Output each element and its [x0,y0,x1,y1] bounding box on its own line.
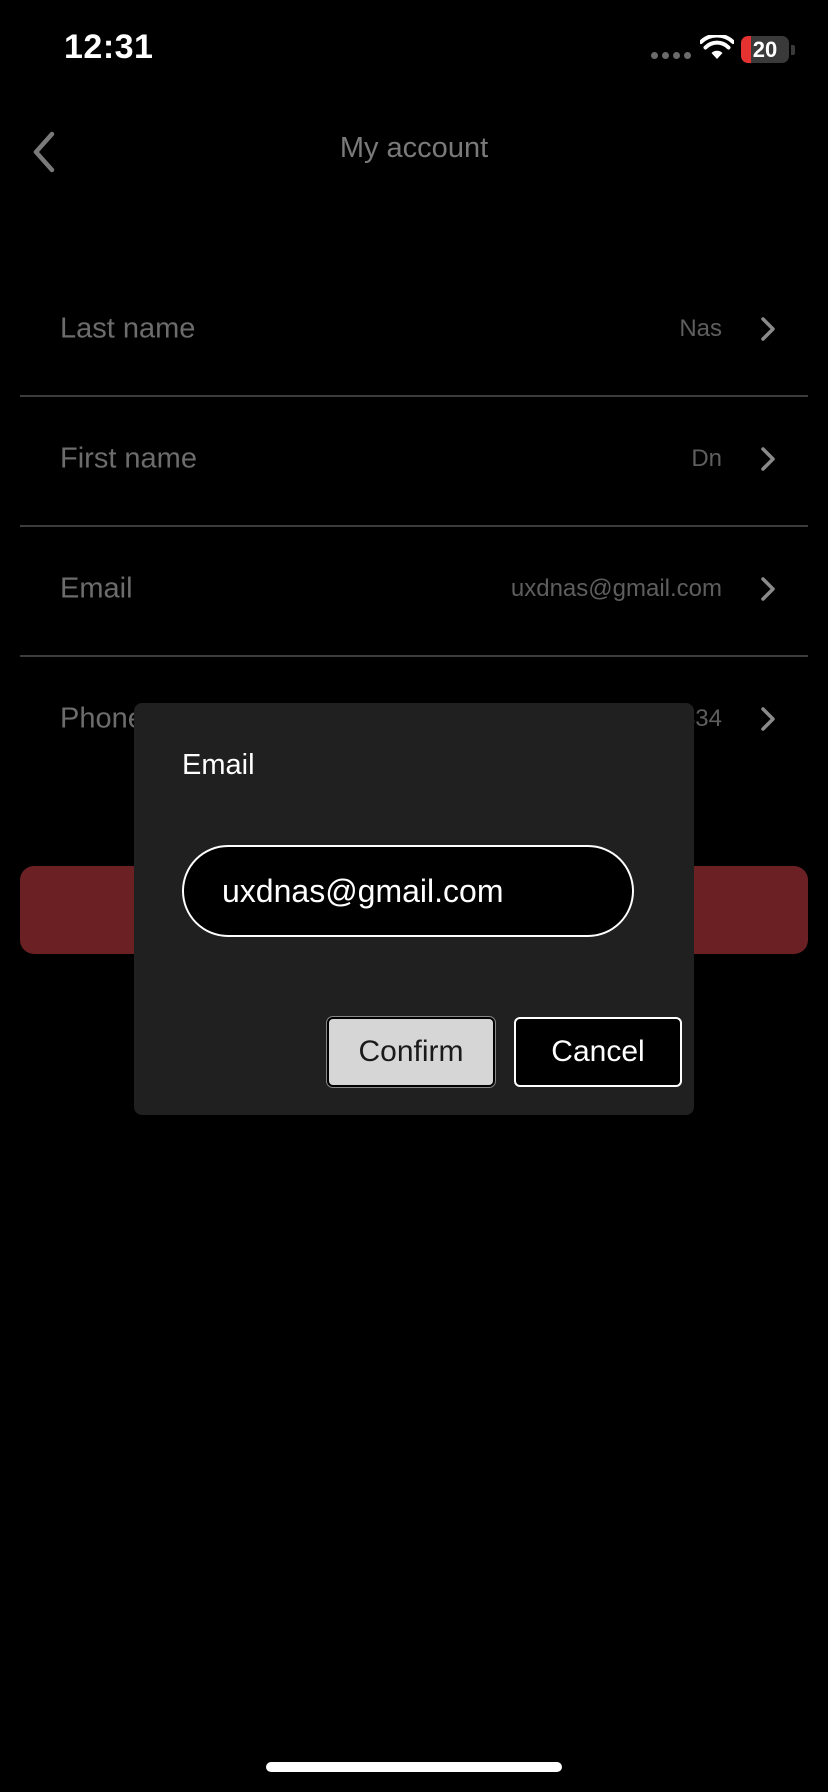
edit-email-dialog: Email Confirm Cancel [134,703,694,1115]
row-last-name[interactable]: Last name Nas [20,264,808,394]
battery-level-text: 20 [752,37,778,62]
row-label: Last name [60,312,196,345]
page-title: My account [339,132,489,164]
status-bar: 12:31 20 [0,0,828,100]
row-first-name[interactable]: First name Dn [20,394,808,524]
chevron-right-icon [761,707,775,731]
home-indicator [266,1762,562,1772]
row-label: First name [60,442,197,475]
confirm-button[interactable]: Confirm [327,1017,495,1087]
status-time: 12:31 [64,28,154,66]
battery-cap [791,45,795,55]
row-value: Dn [691,445,722,472]
row-label: Phone [60,702,144,735]
row-value: Nas [679,315,722,342]
row-label: Email [60,572,133,605]
battery-icon: 20 [741,36,789,63]
cellular-signal-icon [651,52,691,59]
chevron-right-icon [761,577,775,601]
cancel-button[interactable]: Cancel [514,1017,682,1087]
chevron-right-icon [761,447,775,471]
wifi-icon [700,35,734,59]
chevron-right-icon [761,317,775,341]
email-input[interactable] [182,845,634,937]
dialog-title: Email [182,749,255,781]
row-value: uxdnas@gmail.com [510,575,722,602]
row-email[interactable]: Email uxdnas@gmail.com [20,524,808,654]
